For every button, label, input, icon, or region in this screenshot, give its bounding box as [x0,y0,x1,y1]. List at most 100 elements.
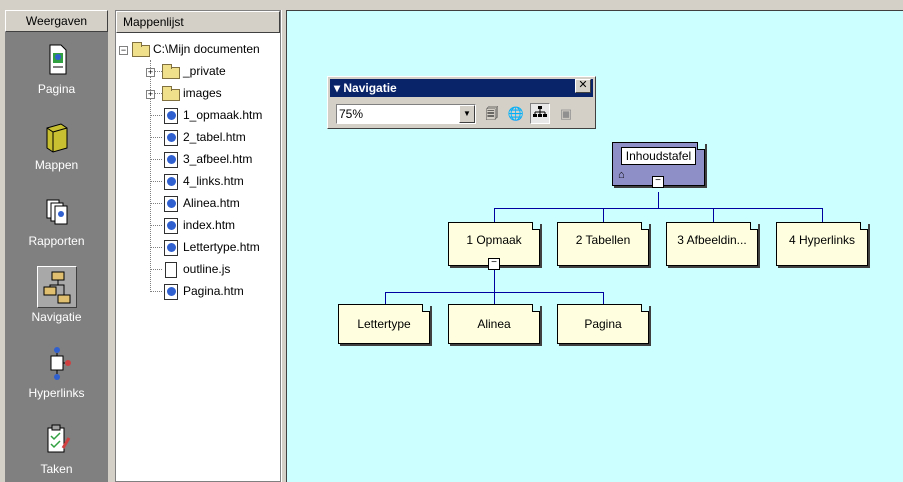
html-page-icon [162,239,179,256]
connector-line [822,208,823,222]
view-navigatie[interactable]: Navigatie [5,264,108,338]
tree-view-icon[interactable] [530,103,550,124]
navigation-toolbar[interactable]: ▾ Navigatie ✕ 75% ▼ 🗐 🌐 ▣ [327,76,596,129]
external-web-icon[interactable]: 🌐 [506,103,526,124]
html-page-icon [162,129,179,146]
nav-node-label: Alinea [477,317,511,331]
nav-node-label: 1 Opmaak [466,233,522,247]
folder-icon [162,63,180,80]
portrait-landscape-icon[interactable]: 🗐 [482,103,502,124]
view-taken-label: Taken [40,462,73,476]
connector-line [494,270,495,292]
view-subtree-icon[interactable]: ▣ [556,103,576,124]
view-hyperlinks[interactable]: Hyperlinks [5,340,108,414]
reports-icon [41,194,73,230]
collapse-root-button[interactable]: − [119,46,128,55]
folder-tree: − C:\Mijn documenten + _private + images… [116,35,280,481]
views-bar: Weergaven Pagina Mappen Rapporten Naviga… [5,10,108,482]
nav-node-label: 4 Hyperlinks [788,233,856,247]
tree-item-images[interactable]: images [162,84,222,106]
hyperlinks-icon [41,346,73,382]
views-header[interactable]: Weergaven [5,10,108,32]
view-hyperlinks-label: Hyperlinks [28,386,85,400]
view-mappen-label: Mappen [34,158,79,172]
view-pagina-label: Pagina [37,82,76,96]
folder-icon [162,85,180,102]
application-window: Weergaven Pagina Mappen Rapporten Naviga… [0,0,903,482]
nav-node-root-label: Inhoudstafel [621,147,696,165]
tree-item-label: 3_afbeel.htm [183,152,253,166]
navigation-toolbar-title-text: Navigatie [343,81,397,95]
nav-node-label: 2 Tabellen [575,233,631,247]
home-icon: ⌂ [618,169,625,181]
tree-item-label: Lettertype.htm [183,240,260,254]
tree-item-index[interactable]: index.htm [162,216,235,238]
navigation-toolbar-title[interactable]: ▾ Navigatie [330,79,593,97]
connector-line [385,292,386,304]
expand-private-button[interactable]: + [146,68,155,77]
connector-line [494,208,495,222]
tree-item-private[interactable]: _private [162,62,226,84]
tree-item-4-links[interactable]: 4_links.htm [162,172,244,194]
collapse-opmaak-button[interactable]: − [488,258,500,270]
view-mappen[interactable]: Mappen [5,112,108,186]
html-page-icon [162,107,179,124]
tree-root-label: C:\Mijn documenten [153,42,260,56]
view-pagina[interactable]: Pagina [5,36,108,110]
file-icon [162,261,179,278]
nav-node-label: 3 Afbeeldin... [677,233,747,247]
connector-line [658,192,659,208]
html-page-icon [162,283,179,300]
page-icon [41,42,73,78]
nav-node-2-tabellen[interactable]: 2 Tabellen [557,222,649,266]
tree-item-lettertype[interactable]: Lettertype.htm [162,238,260,260]
folder-list-pane: Mappenlijst − C:\Mijn documenten + _priv… [115,10,281,482]
zoom-value: 75% [339,107,364,121]
connector-line [494,208,823,209]
connector-line [603,292,604,304]
tree-item-3-afbeel[interactable]: 3_afbeel.htm [162,150,252,172]
tree-item-label: Alinea.htm [183,196,240,210]
open-folder-icon [132,41,150,58]
nav-node-lettertype[interactable]: Lettertype [338,304,430,344]
tree-item-pagina[interactable]: Pagina.htm [162,282,244,304]
nav-node-label: Pagina [584,317,622,331]
tree-item-label: Pagina.htm [183,284,244,298]
view-rapporten[interactable]: Rapporten [5,188,108,262]
tree-item-label: images [183,86,222,100]
html-page-icon [162,195,179,212]
tree-item-alinea[interactable]: Alinea.htm [162,194,240,216]
tree-item-1-opmaak[interactable]: 1_opmaak.htm [162,106,262,128]
navigation-icon [37,266,77,308]
html-page-icon [162,217,179,234]
tree-item-label: 1_opmaak.htm [183,108,263,122]
nav-node-4-hyperlinks[interactable]: 4 Hyperlinks [776,222,868,266]
zoom-select[interactable]: 75% ▼ [336,104,476,124]
html-page-icon [162,173,179,190]
views-list: Pagina Mappen Rapporten Navigatie Hyperl… [5,32,108,482]
toolbar-menu-arrow-icon[interactable]: ▾ [334,81,340,95]
tree-item-label: _private [183,64,226,78]
view-taken[interactable]: Taken [5,416,108,482]
tree-item-label: 4_links.htm [183,174,244,188]
html-page-icon [162,151,179,168]
tree-root[interactable]: C:\Mijn documenten [132,40,260,62]
nav-node-label: Lettertype [357,317,411,331]
tasks-icon [41,422,73,458]
nav-node-pagina[interactable]: Pagina [557,304,649,344]
connector-line [494,292,495,304]
tree-item-label: 2_tabel.htm [183,130,246,144]
folder-list-header[interactable]: Mappenlijst [116,11,280,33]
nav-node-3-afbeeldingen[interactable]: 3 Afbeeldin... [666,222,758,266]
tree-item-outline-js[interactable]: outline.js [162,260,230,282]
chevron-down-icon[interactable]: ▼ [459,105,475,123]
tree-item-2-tabel[interactable]: 2_tabel.htm [162,128,246,150]
close-icon[interactable]: ✕ [575,79,591,93]
folder-icon [41,118,73,154]
collapse-root-node-button[interactable]: − [652,176,664,188]
view-rapporten-label: Rapporten [28,234,85,248]
nav-node-alinea[interactable]: Alinea [448,304,540,344]
expand-images-button[interactable]: + [146,90,155,99]
view-navigatie-label: Navigatie [31,310,82,324]
tree-item-label: index.htm [183,218,236,232]
